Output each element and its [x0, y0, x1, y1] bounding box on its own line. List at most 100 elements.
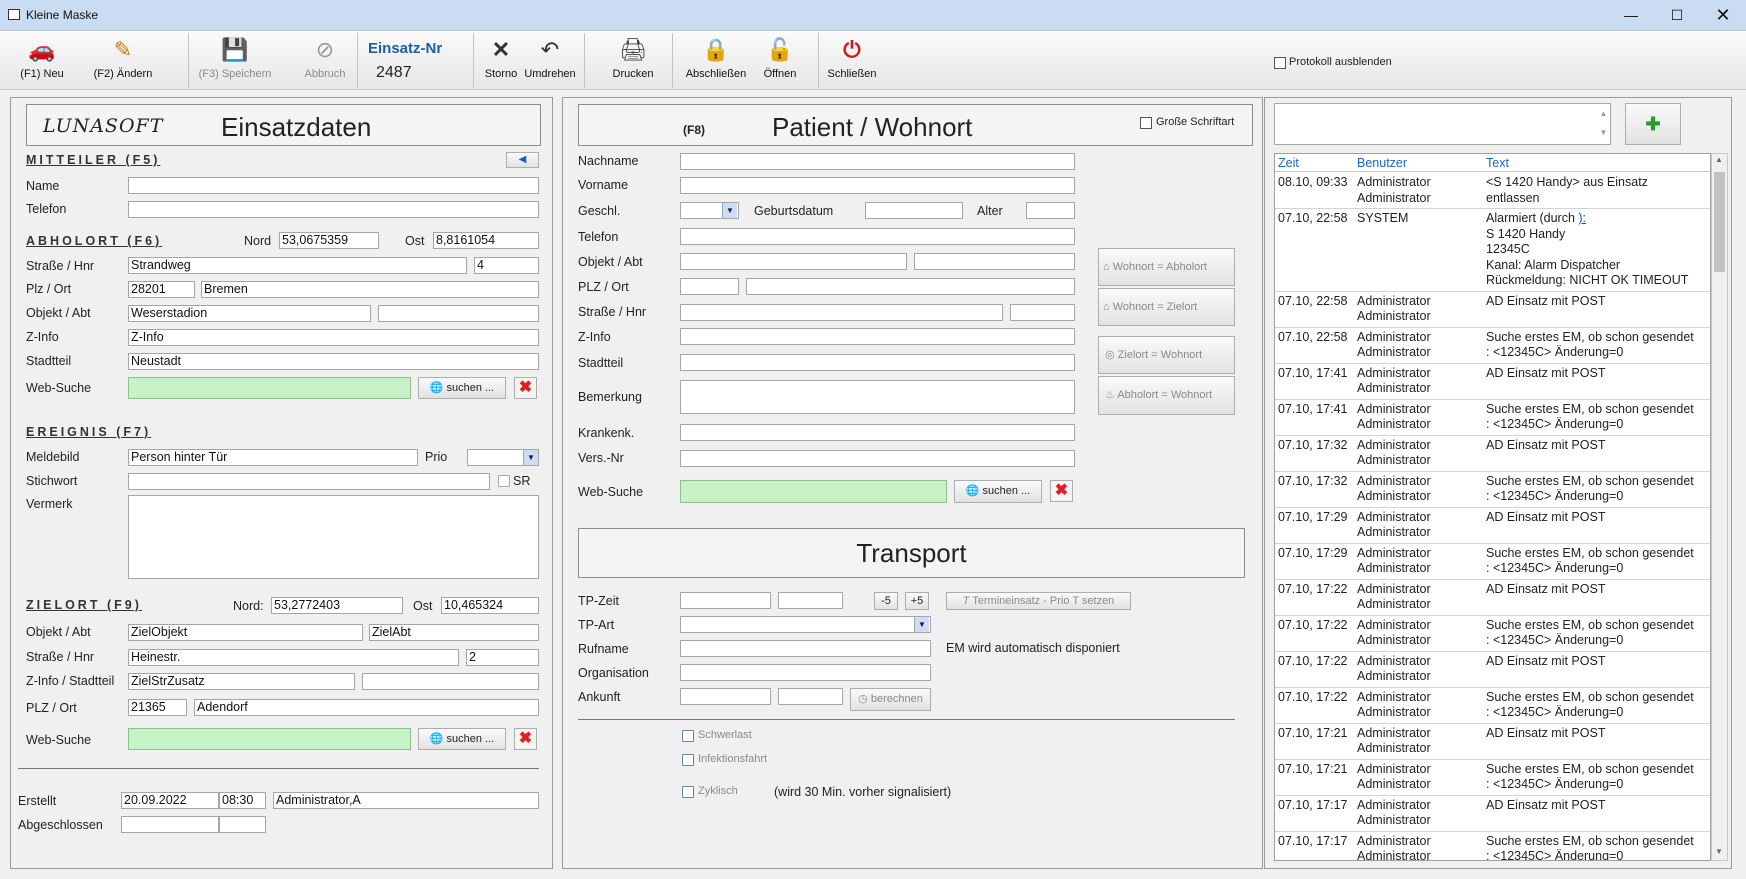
vorname-input[interactable]: [680, 177, 1075, 194]
patient-strasse-input[interactable]: [680, 304, 1003, 321]
protokoll-scrollbar[interactable]: ▲ ▼: [1711, 153, 1728, 861]
abholort-ort-input[interactable]: Bremen: [201, 281, 539, 298]
patient-suchen-button[interactable]: 🌐 suchen ...: [954, 480, 1042, 503]
patient-objekt-input[interactable]: [680, 253, 907, 270]
zielort-stadtteil-input[interactable]: [362, 673, 539, 690]
plus-5-button[interactable]: +5: [905, 592, 929, 610]
abholort-clear-button[interactable]: ✖: [514, 377, 537, 399]
table-row[interactable]: 07.10, 17:32 Administrator Administrator A…: [1275, 436, 1710, 472]
chevron-down-icon[interactable]: ▼: [523, 450, 538, 465]
umdrehen-button[interactable]: ↶ Umdrehen: [524, 31, 576, 90]
table-row[interactable]: 07.10, 17:22 Administrator Administrator A…: [1275, 652, 1710, 688]
patient-zinfo-input[interactable]: [680, 328, 1075, 345]
geburtsdatum-input[interactable]: [865, 202, 963, 219]
zielort-ost-input[interactable]: 10,465324: [441, 597, 539, 614]
abholort-zinfo-input[interactable]: Z-Info: [128, 329, 539, 346]
table-row[interactable]: 07.10, 17:22 Administrator Administrator S…: [1275, 616, 1710, 652]
table-row[interactable]: 07.10, 17:21 Administrator Administrator A…: [1275, 724, 1710, 760]
add-entry-button[interactable]: ✚: [1625, 103, 1681, 145]
abholort-nord-input[interactable]: 53,0675359: [279, 232, 379, 249]
nachname-input[interactable]: [680, 153, 1075, 170]
rufname-input[interactable]: [680, 640, 931, 657]
infektion-checkbox[interactable]: [682, 754, 694, 766]
storno-button[interactable]: ✕ Storno: [482, 31, 520, 90]
scroll-thumb[interactable]: [1714, 172, 1725, 272]
table-row[interactable]: 07.10, 22:58 SYSTEM Alarmiert (durch ): S 1…: [1275, 209, 1710, 292]
grosse-schrift-checkbox[interactable]: [1140, 117, 1152, 129]
abholort-suchen-button[interactable]: 🌐 suchen ...: [418, 377, 506, 399]
sr-checkbox[interactable]: [498, 475, 510, 487]
table-row[interactable]: 07.10, 17:17 Administrator Administrator A…: [1275, 796, 1710, 832]
scroll-down-icon[interactable]: ▼: [1715, 847, 1723, 856]
protokoll-input-scroll[interactable]: ▲ ▼: [1597, 104, 1610, 144]
patient-ort-input[interactable]: [746, 278, 1075, 295]
abort-button[interactable]: ⊘ Abbruch: [298, 31, 352, 90]
zielort-ort-input[interactable]: Adendorf: [194, 699, 539, 716]
table-row[interactable]: 07.10, 22:58 Administrator Administrator S…: [1275, 328, 1710, 364]
vermerk-textarea[interactable]: [128, 495, 539, 579]
oeffnen-button[interactable]: 🔓 Öffnen: [760, 31, 800, 90]
patient-hnr-input[interactable]: [1010, 304, 1075, 321]
patient-stadtteil-input[interactable]: [680, 354, 1075, 371]
termineinsatz-button[interactable]: T Termineinsatz - Prio T setzen: [946, 592, 1131, 610]
patient-telefon-input[interactable]: [680, 228, 1075, 245]
stichwort-input[interactable]: [128, 473, 490, 490]
table-row[interactable]: 07.10, 22:58 Administrator Administrator A…: [1275, 292, 1710, 328]
table-row[interactable]: 07.10, 17:41 Administrator Administrator S…: [1275, 400, 1710, 436]
berechnen-button[interactable]: ◷ berechnen: [850, 688, 931, 711]
table-row[interactable]: 07.10, 17:22 Administrator Administrator A…: [1275, 580, 1710, 616]
abholort-hnr-input[interactable]: 4: [474, 257, 539, 274]
krankenk-input[interactable]: [680, 424, 1075, 441]
maximize-icon[interactable]: ☐: [1654, 0, 1700, 31]
abholort-websuche-input[interactable]: [128, 377, 411, 399]
table-row[interactable]: 07.10, 17:41 Administrator Administrator A…: [1275, 364, 1710, 400]
bemerkung-input[interactable]: [680, 380, 1075, 414]
zielort-websuche-input[interactable]: [128, 728, 411, 750]
zielort-strasse-input[interactable]: Heinestr.: [128, 649, 459, 666]
tpzeit-date[interactable]: [680, 592, 771, 609]
col-text[interactable]: Text: [1486, 156, 1509, 170]
collapse-left-button[interactable]: ◀: [506, 152, 539, 168]
col-benutzer[interactable]: Benutzer: [1357, 156, 1407, 170]
zielort-plz-input[interactable]: 21365: [128, 699, 187, 716]
col-zeit[interactable]: Zeit: [1278, 156, 1299, 170]
table-row[interactable]: 07.10, 17:29 Administrator Administrator A…: [1275, 508, 1710, 544]
patient-clear-button[interactable]: ✖: [1050, 480, 1073, 502]
zielort-zinfo-input[interactable]: ZielStrZusatz: [128, 673, 355, 690]
new-button[interactable]: 🚗 (F1) Neu: [14, 31, 70, 90]
abholort-abt-input[interactable]: [378, 305, 539, 322]
table-row[interactable]: 07.10, 17:22 Administrator Administrator S…: [1275, 688, 1710, 724]
tpzeit-time[interactable]: [778, 592, 843, 609]
chevron-down-icon[interactable]: ▼: [914, 617, 929, 632]
scroll-up-icon[interactable]: ▲: [1715, 155, 1723, 164]
abholort-stadtteil-input[interactable]: Neustadt: [128, 353, 539, 370]
protokoll-input[interactable]: [1274, 103, 1611, 145]
mitteiler-telefon-input[interactable]: [128, 201, 539, 218]
zyklisch-checkbox[interactable]: [682, 786, 694, 798]
table-row[interactable]: 07.10, 17:17 Administrator Administrator S…: [1275, 832, 1710, 861]
patient-plz-input[interactable]: [680, 278, 739, 295]
wohnort-zielort-button[interactable]: ⌂ Wohnort = Zielort: [1098, 288, 1235, 326]
zielort-wohnort-button[interactable]: ◎ Zielort = Wohnort: [1098, 336, 1235, 374]
edit-button[interactable]: ✎ (F2) Ändern: [90, 31, 156, 90]
versnr-input[interactable]: [680, 450, 1075, 467]
abholort-plz-input[interactable]: 28201: [128, 281, 195, 298]
ankunft-date[interactable]: [680, 688, 771, 705]
schwerlast-checkbox[interactable]: [682, 730, 694, 742]
tpart-select[interactable]: [680, 616, 931, 633]
ankunft-time[interactable]: [778, 688, 843, 705]
zielort-nord-input[interactable]: 53,2772403: [271, 597, 403, 614]
table-row[interactable]: 07.10, 17:21 Administrator Administrator S…: [1275, 760, 1710, 796]
minimize-icon[interactable]: —: [1608, 0, 1654, 31]
patient-websuche-input[interactable]: [680, 480, 947, 503]
wohnort-abholort-button[interactable]: ⌂ Wohnort = Abholort: [1098, 248, 1235, 286]
close-icon[interactable]: ✕: [1700, 0, 1746, 31]
table-row[interactable]: 07.10, 17:32 Administrator Administrator S…: [1275, 472, 1710, 508]
zielort-hnr-input[interactable]: 2: [466, 649, 539, 666]
abholort-objekt-input[interactable]: Weserstadion: [128, 305, 371, 322]
mitteiler-name-input[interactable]: [128, 177, 539, 194]
alter-input[interactable]: [1026, 202, 1075, 219]
meldebild-input[interactable]: Person hinter Tür: [128, 449, 418, 466]
abholort-ost-input[interactable]: 8,8161054: [433, 232, 539, 249]
table-row[interactable]: 07.10, 17:29 Administrator Administrator S…: [1275, 544, 1710, 580]
